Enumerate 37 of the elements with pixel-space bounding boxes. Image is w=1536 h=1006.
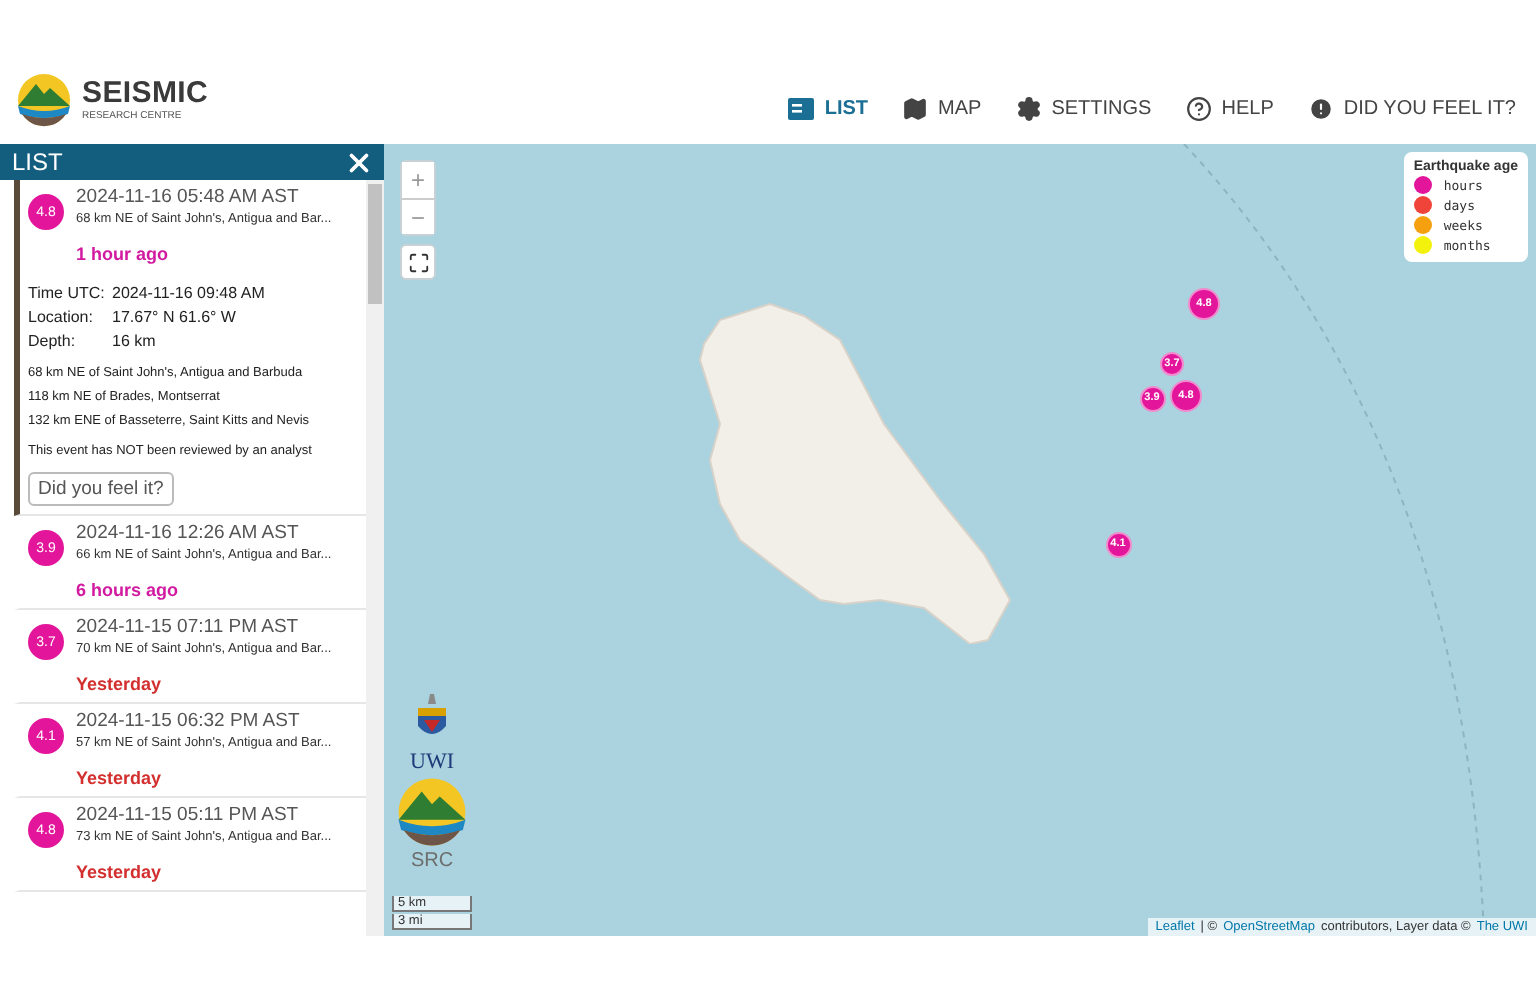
event-age: Yesterday xyxy=(76,862,164,882)
nav-link[interactable]: DID YOU FEEL IT? xyxy=(1307,96,1516,122)
fullscreen-button[interactable] xyxy=(400,244,436,280)
logo-title: SEISMIC xyxy=(82,78,209,110)
event-time: 2024-11-15 07:11 PM AST xyxy=(76,616,301,638)
nav-link[interactable]: LIST xyxy=(788,98,869,120)
alert-icon xyxy=(1307,96,1334,122)
event-age: 6 hours ago xyxy=(76,580,181,600)
detail-label: Time UTC: xyxy=(28,282,107,304)
nav-link[interactable]: SETTINGS xyxy=(1015,96,1152,122)
event-age: Yesterday xyxy=(76,674,164,694)
src-logo-icon xyxy=(396,776,468,848)
event-time: 2024-11-15 06:32 PM AST xyxy=(76,710,302,732)
help-icon xyxy=(1185,96,1212,122)
event-age: Yesterday xyxy=(76,768,164,788)
detail-value: 2024-11-16 09:48 AM xyxy=(112,282,265,304)
event-time: 2024-11-16 12:26 AM AST xyxy=(76,522,301,544)
detail-value: 17.67° N 61.6° W xyxy=(112,306,236,328)
scrollbar[interactable] xyxy=(366,180,384,936)
event-time: 2024-11-15 05:11 PM AST xyxy=(76,804,301,826)
seismic-logo-icon xyxy=(16,72,72,128)
panel-title: LIST xyxy=(12,148,63,176)
nav-link[interactable]: HELP xyxy=(1185,96,1274,122)
zoom-out-button[interactable]: − xyxy=(402,198,434,234)
feel-it-button[interactable]: Did you feel it? xyxy=(28,472,174,506)
fullscreen-icon xyxy=(407,251,429,273)
event-age: 1 hour ago xyxy=(76,244,171,264)
detail-label: Location: xyxy=(28,306,95,328)
settings-icon xyxy=(1015,96,1042,122)
event-time: 2024-11-16 05:48 AM AST xyxy=(76,186,301,208)
nav-link[interactable]: MAP xyxy=(902,96,982,122)
list-icon xyxy=(788,98,815,120)
detail-label: Depth: xyxy=(28,330,78,352)
uwi-logo-text: UWI xyxy=(410,750,454,774)
map-icon xyxy=(902,96,929,122)
src-logo-text: SRC xyxy=(410,850,454,872)
detail-value: 16 km xyxy=(112,330,156,352)
